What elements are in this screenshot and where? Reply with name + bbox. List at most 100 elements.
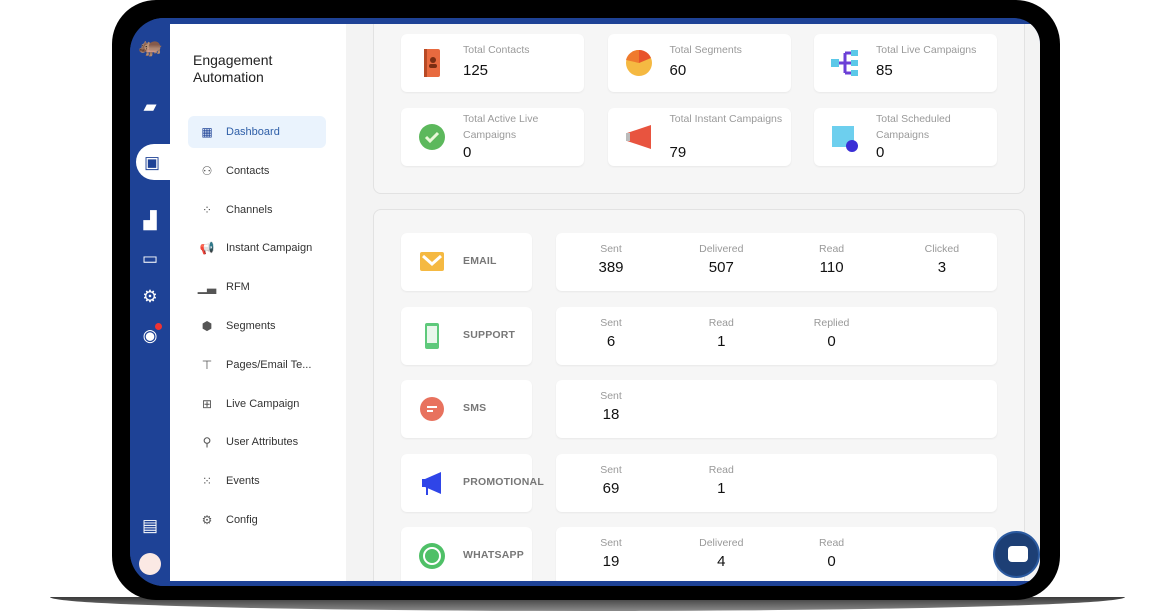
megaphone-icon bbox=[622, 122, 656, 152]
contact-book-icon bbox=[415, 48, 449, 78]
sidebar-item-label: Dashboard bbox=[226, 126, 280, 138]
summary-label: Total Scheduled Campaigns bbox=[876, 113, 951, 141]
summary-value: 79 bbox=[669, 144, 687, 161]
stat-value: 1 bbox=[717, 479, 726, 497]
sidebar-item-user-attributes[interactable]: ⚲ User Attributes bbox=[188, 426, 326, 458]
whatsapp-icon bbox=[417, 543, 447, 570]
stat-item: Read 0 bbox=[792, 537, 872, 570]
channel-card-sms[interactable]: SMS bbox=[401, 380, 532, 439]
promo-megaphone-icon bbox=[417, 470, 447, 496]
calendar-clock-icon bbox=[828, 122, 862, 152]
sidebar: Engagement Automation ▦ Dashboard ⚇ Contact… bbox=[170, 24, 346, 581]
growth-chart-icon[interactable]: ▟ bbox=[138, 210, 162, 232]
monitor-settings-icon[interactable]: ▭ bbox=[138, 248, 162, 270]
flow-icon: ⊞ bbox=[201, 396, 213, 411]
sidebar-item-contacts[interactable]: ⚇ Contacts bbox=[188, 155, 326, 187]
bar-chart-icon: ▁▃ bbox=[197, 280, 217, 295]
summary-value: 85 bbox=[876, 62, 893, 79]
chat-icon[interactable]: ▰ bbox=[138, 96, 162, 118]
app-title: Engagement Automation bbox=[193, 52, 273, 85]
stat-item: Delivered 4 bbox=[681, 537, 761, 570]
sidebar-item-label: Events bbox=[226, 475, 260, 488]
channel-name: SMS bbox=[463, 402, 487, 415]
summary-card[interactable]: Total Instant Campaigns 79 bbox=[607, 108, 791, 166]
stat-item: Sent 19 bbox=[571, 537, 651, 570]
channel-card-promotional[interactable]: PROMOTIONAL bbox=[401, 453, 544, 512]
summary-label: Total Active Live Campaigns bbox=[463, 113, 539, 141]
sidebar-item-label: Segments bbox=[226, 320, 276, 332]
summary-value: 60 bbox=[669, 62, 687, 79]
summary-card[interactable]: Total Live Campaigns 85 bbox=[814, 34, 997, 92]
channel-stats: Sent 18 bbox=[556, 380, 997, 439]
summary-label: Total Segments bbox=[669, 44, 742, 56]
bot-icon[interactable]: ◉ bbox=[138, 323, 162, 347]
stat-label: Clicked bbox=[924, 243, 960, 255]
channel-card-email[interactable]: EMAIL bbox=[401, 233, 532, 291]
channel-card-support[interactable]: SUPPORT bbox=[401, 306, 532, 365]
stat-label: Delivered bbox=[699, 537, 744, 550]
stat-value: 110 bbox=[819, 259, 844, 276]
sidebar-item-config[interactable]: ⚙ Config bbox=[188, 504, 326, 536]
stat-value: 3 bbox=[937, 259, 947, 276]
sidebar-item-instant-campaign[interactable]: 📢 Instant Campaign bbox=[188, 232, 326, 264]
summary-value: 0 bbox=[463, 144, 472, 161]
message-icon[interactable]: ▤ bbox=[138, 515, 162, 537]
stat-value: 0 bbox=[827, 553, 836, 571]
sidebar-item-channels[interactable]: ⁘ Channels bbox=[188, 194, 326, 226]
sidebar-item-label: User Attributes bbox=[226, 436, 299, 449]
contacts-icon: ⚇ bbox=[201, 163, 213, 178]
sidebar-item-label: RFM bbox=[226, 281, 250, 294]
sidebar-item-segments[interactable]: ⬢ Segments bbox=[188, 310, 326, 342]
channel-name: SUPPORT bbox=[463, 328, 516, 341]
summary-label: Total Instant Campaigns bbox=[669, 113, 783, 125]
stat-label: Sent bbox=[600, 243, 622, 255]
summary-panel: Total Contacts 125 Total Segments 60 Total L… bbox=[373, 24, 1025, 194]
check-circle-icon bbox=[415, 122, 449, 152]
channel-stats: Sent 19 Delivered 4 Read 0 bbox=[556, 527, 997, 581]
presentation-icon[interactable]: ▣ bbox=[140, 152, 164, 174]
sidebar-item-live-campaign[interactable]: ⊞ Live Campaign bbox=[188, 388, 326, 420]
stat-item: Read 1 bbox=[681, 317, 761, 350]
sidebar-item-rfm[interactable]: ▁▃ RFM bbox=[188, 271, 326, 303]
channel-name: PROMOTIONAL bbox=[463, 475, 544, 488]
summary-card[interactable]: Total Scheduled Campaigns 0 bbox=[814, 108, 997, 166]
sidebar-item-pages-email-te[interactable]: ⊤ Pages/Email Te... bbox=[188, 349, 326, 381]
stat-label: Read bbox=[708, 463, 734, 476]
sidebar-item-events[interactable]: ⁙ Events bbox=[188, 465, 326, 497]
stat-value: 69 bbox=[602, 479, 620, 497]
stat-item: Delivered 507 bbox=[681, 243, 761, 276]
megaphone-icon: 📢 bbox=[199, 241, 215, 256]
paint-roller-icon: ⊤ bbox=[201, 357, 213, 372]
sidebar-item-label: Channels bbox=[226, 203, 273, 216]
stat-item: Read 1 bbox=[681, 464, 761, 497]
stat-label: Sent bbox=[600, 463, 622, 476]
stat-label: Sent bbox=[600, 316, 622, 329]
stat-label: Read bbox=[708, 316, 734, 329]
sidebar-item-label: Contacts bbox=[226, 164, 270, 177]
summary-card[interactable]: Total Segments 60 bbox=[607, 34, 791, 92]
avatar[interactable] bbox=[139, 553, 161, 575]
sidebar-item-label: Live Campaign bbox=[226, 397, 300, 410]
stat-value: 389 bbox=[598, 259, 624, 276]
users-icon: ⚲ bbox=[202, 435, 212, 450]
channel-name: EMAIL bbox=[463, 255, 497, 267]
flow-tree-icon bbox=[828, 48, 862, 78]
chat-bubble-icon bbox=[1008, 546, 1028, 562]
stat-value: 1 bbox=[717, 332, 726, 350]
channel-card-whatsapp[interactable]: WHATSAPP bbox=[401, 527, 532, 581]
summary-label: Total Contacts bbox=[463, 44, 530, 56]
hippo-logo-icon[interactable]: 🦛 bbox=[138, 36, 163, 58]
channels-icon: ⁘ bbox=[201, 202, 213, 217]
gear-icon[interactable]: ⚙ bbox=[138, 286, 162, 308]
summary-value: 0 bbox=[876, 144, 885, 161]
channel-stats: Sent 389 Delivered 507 Read 110 Clicked 3 bbox=[556, 233, 997, 291]
channel-name: WHATSAPP bbox=[463, 549, 524, 562]
summary-card[interactable]: Total Active Live Campaigns 0 bbox=[401, 108, 584, 166]
app-screen: 🦛 ▰ ▣ ▟ ▭ ⚙ ◉ ▤ Engagement Automation ▦ D… bbox=[130, 18, 1040, 586]
summary-card[interactable]: Total Contacts 125 bbox=[401, 34, 584, 92]
summary-value: 125 bbox=[463, 62, 489, 79]
chat-button[interactable] bbox=[993, 531, 1040, 578]
stat-item: Clicked 3 bbox=[902, 243, 982, 276]
stat-value: 6 bbox=[606, 332, 616, 350]
sidebar-item-dashboard[interactable]: ▦ Dashboard bbox=[188, 116, 326, 148]
